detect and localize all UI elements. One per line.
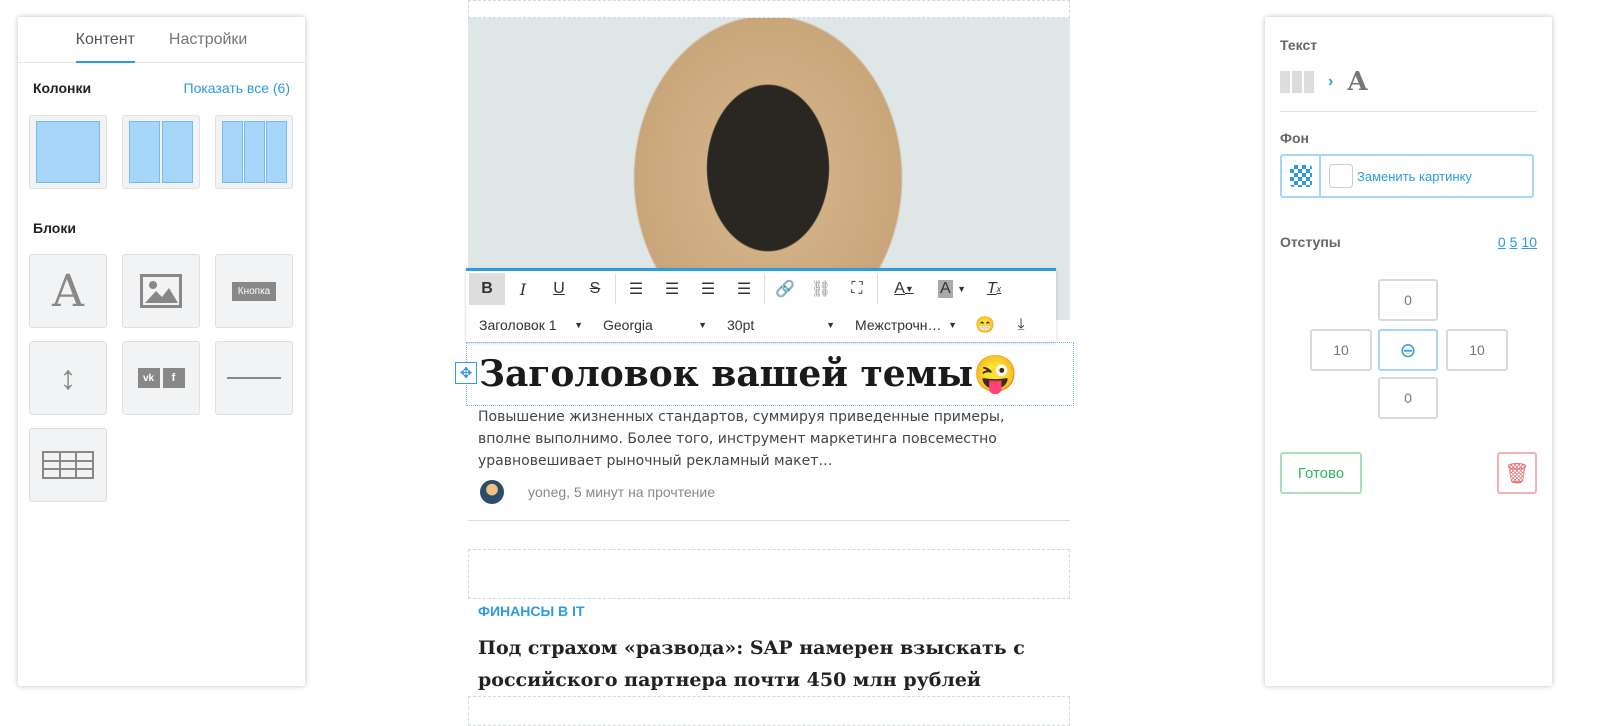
- line-height-value: Межстрочн…: [855, 317, 942, 333]
- align-center-icon[interactable]: ☰: [654, 273, 690, 305]
- spacer-block-tile[interactable]: ↕: [29, 341, 107, 415]
- replace-image-label[interactable]: Заменить картинку: [1357, 169, 1472, 184]
- next-article-title[interactable]: Под страхом «развода»: SAP намерен взыск…: [478, 632, 1048, 696]
- line-height-select[interactable]: Межстрочн… ▼: [845, 317, 967, 333]
- tab-settings[interactable]: Настройки: [169, 31, 247, 63]
- columns-header: Колонки Показать все (6): [18, 80, 305, 96]
- button-block-label: Кнопка: [231, 281, 277, 301]
- align-left-icon[interactable]: ☰: [618, 273, 654, 305]
- heading-block[interactable]: Заголовок вашей темы 😜: [466, 342, 1074, 406]
- bold-button[interactable]: B: [469, 273, 505, 305]
- clear-format-icon[interactable]: Tx: [976, 273, 1012, 305]
- align-right-icon[interactable]: ☰: [690, 273, 726, 305]
- padding-presets: 0 5 10: [1498, 234, 1537, 250]
- link-icon[interactable]: 🔗: [767, 273, 803, 305]
- button-block-tile[interactable]: Кнопка: [215, 254, 293, 328]
- drop-zone: [468, 696, 1070, 726]
- left-panel: Контент Настройки Колонки Показать все (…: [18, 17, 305, 686]
- font-size-select[interactable]: 30pt ▼: [717, 317, 845, 333]
- text-block-tile[interactable]: A: [29, 254, 107, 328]
- wink-emoji: 😜: [973, 353, 1018, 394]
- blocks-title: Блоки: [33, 220, 76, 236]
- chevron-right-icon: ›: [1328, 73, 1334, 90]
- vertical-arrows-icon: ↕: [59, 358, 77, 397]
- panel-title: Текст: [1280, 37, 1318, 53]
- font-select[interactable]: Georgia ▼: [593, 317, 717, 333]
- breadcrumb: › A: [1265, 53, 1552, 97]
- right-panel: Текст › A Фон Заменить картинку Отступы …: [1265, 17, 1552, 686]
- drop-zone: [468, 0, 1070, 18]
- align-justify-icon[interactable]: ☰: [726, 273, 762, 305]
- heading-style-select[interactable]: Заголовок 1 ▼: [469, 317, 593, 333]
- preset-10[interactable]: 10: [1521, 234, 1537, 250]
- social-block-tile[interactable]: vk f: [122, 341, 200, 415]
- unlink-icon[interactable]: ⛓: [803, 273, 839, 305]
- heading-text[interactable]: Заголовок вашей темы: [479, 353, 973, 395]
- table-icon: [42, 451, 94, 479]
- column-2-tile[interactable]: [122, 115, 200, 189]
- italic-button[interactable]: I: [505, 273, 541, 305]
- author-avatar: [480, 480, 504, 504]
- vk-icon: vk: [137, 368, 160, 388]
- text-format-toolbar: B I U S ☰ ☰ ☰ ☰ 🔗 ⛓ ⛶ A ▼ A ▼ Tx Заголов…: [466, 268, 1056, 342]
- link-padding-icon[interactable]: ⊖: [1378, 329, 1438, 371]
- done-button[interactable]: Готово: [1280, 452, 1362, 494]
- image-icon: [140, 274, 182, 308]
- text-a-icon: A: [1347, 67, 1368, 97]
- text-color-button[interactable]: A ▼: [880, 273, 928, 305]
- padding-header: Отступы 0 5 10: [1265, 234, 1552, 250]
- divider-block-tile[interactable]: [215, 341, 293, 415]
- panel-tabs: Контент Настройки: [18, 17, 305, 63]
- divider-icon: [227, 377, 281, 379]
- drop-zone: [468, 549, 1070, 599]
- category-label[interactable]: ФИНАНСЫ В IT: [478, 603, 585, 619]
- font-size-value: 30pt: [727, 317, 755, 333]
- table-block-tile[interactable]: [29, 428, 107, 502]
- facebook-icon: f: [162, 368, 185, 388]
- background-title: Фон: [1280, 130, 1309, 146]
- insert-person-icon[interactable]: ⛶: [839, 273, 875, 305]
- transparency-icon[interactable]: [1282, 156, 1321, 196]
- columns-title: Колонки: [33, 80, 92, 96]
- divider: [468, 520, 1070, 521]
- emoji-icon[interactable]: 😁: [967, 309, 1003, 341]
- column-1-tile[interactable]: [29, 115, 107, 189]
- article-meta-text: yoneg, 5 минут на прочтение: [528, 484, 716, 500]
- preset-0[interactable]: 0: [1498, 234, 1506, 250]
- strikethrough-button[interactable]: S: [577, 273, 613, 305]
- text-a-icon: A: [52, 265, 84, 317]
- column-3-tile[interactable]: [215, 115, 293, 189]
- background-picker[interactable]: Заменить картинку: [1280, 154, 1534, 198]
- padding-title: Отступы: [1280, 234, 1341, 250]
- article-excerpt: Повышение жизненных стандартов, суммируя…: [478, 409, 1005, 469]
- columns-icon[interactable]: [1280, 71, 1314, 93]
- download-icon[interactable]: ⤓: [1003, 309, 1039, 341]
- article-meta: yoneg, 5 минут на прочтение: [480, 480, 715, 504]
- move-handle-icon[interactable]: ✥: [455, 362, 477, 384]
- padding-bottom-input[interactable]: 0: [1378, 377, 1438, 419]
- tab-content[interactable]: Контент: [75, 31, 135, 63]
- heading-style-value: Заголовок 1: [479, 317, 557, 333]
- show-all-link[interactable]: Показать все (6): [184, 80, 290, 96]
- delete-button[interactable]: 🗑: [1497, 452, 1537, 494]
- underline-button[interactable]: U: [541, 273, 577, 305]
- padding-top-input[interactable]: 0: [1378, 279, 1438, 321]
- preset-5[interactable]: 5: [1510, 234, 1518, 250]
- image-checkbox[interactable]: [1329, 164, 1353, 188]
- font-value: Georgia: [603, 317, 653, 333]
- background-color-button[interactable]: A ▼: [928, 273, 976, 305]
- trash-icon: 🗑: [1504, 462, 1530, 485]
- padding-left-input[interactable]: 10: [1310, 329, 1372, 371]
- padding-right-input[interactable]: 10: [1446, 329, 1508, 371]
- image-block-tile[interactable]: [122, 254, 200, 328]
